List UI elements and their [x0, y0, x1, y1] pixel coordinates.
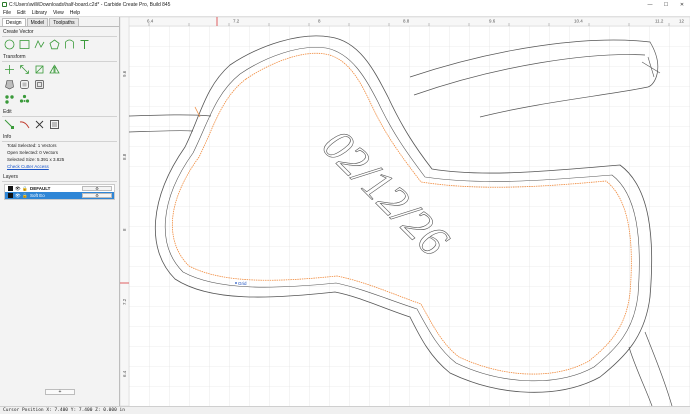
- fillet-icon[interactable]: [34, 79, 45, 90]
- tab-design[interactable]: Design: [2, 18, 26, 26]
- cursor-position-readout: Cursor Position X: 7.400 Y: 7.400 Z: 0.0…: [3, 408, 125, 413]
- menu-file[interactable]: File: [3, 10, 11, 16]
- offset-icon[interactable]: [19, 79, 30, 90]
- total-selected: Total Selected: 1 Vectors: [7, 143, 57, 148]
- transform-tools-row-1: [0, 62, 119, 77]
- ruler-label: 6.4: [122, 370, 127, 377]
- menu-library[interactable]: Library: [32, 10, 47, 16]
- ruler-label: 12: [679, 19, 685, 24]
- divider: [2, 181, 117, 182]
- layers-heading: Layers: [3, 174, 19, 180]
- app-icon: [2, 2, 7, 7]
- node-edit-icon[interactable]: [4, 119, 15, 130]
- maximize-button[interactable]: ☐: [658, 0, 674, 9]
- tab-toolpaths[interactable]: Toolpaths: [49, 18, 79, 26]
- layer-name: DEFAULT: [30, 186, 51, 191]
- close-button[interactable]: ✕: [674, 0, 690, 9]
- menu-view[interactable]: View: [53, 10, 64, 16]
- check-cutter-access-link[interactable]: Check Cutter Access: [0, 163, 119, 170]
- canvas-svg[interactable]: 6.4 7.2 8 8.8 9.6 10.4 11.2 12 9.6 8.8 8…: [120, 17, 690, 406]
- open-selected: Open Selected: 0 Vectors: [7, 150, 59, 155]
- curve-tool-icon[interactable]: [64, 39, 75, 50]
- window-controls: — ☐ ✕: [642, 0, 690, 9]
- move-icon[interactable]: [4, 64, 15, 75]
- align-icon[interactable]: [34, 64, 45, 75]
- text-tool-icon[interactable]: [79, 39, 90, 50]
- layer-name: Soft Eo: [30, 193, 45, 198]
- mirror-icon[interactable]: [49, 64, 60, 75]
- trim-icon[interactable]: [19, 119, 30, 130]
- gear-icon[interactable]: ⚙: [82, 186, 112, 191]
- ruler-label: 10.4: [574, 19, 583, 24]
- ruler-label: 7.2: [122, 298, 127, 305]
- create-vector-heading: Create Vector: [3, 29, 34, 35]
- layer-color-swatch[interactable]: [8, 193, 13, 198]
- layer-color-swatch[interactable]: [8, 186, 13, 191]
- design-canvas[interactable]: 6.4 7.2 8 8.8 9.6 10.4 11.2 12 9.6 8.8 8…: [120, 17, 690, 406]
- design-sidebar: Design Model Toolpaths Create Vector Tra…: [0, 17, 120, 406]
- ruler-label: 9.6: [489, 19, 496, 24]
- menu-edit[interactable]: Edit: [17, 10, 26, 16]
- ruler-label: 6.4: [147, 19, 154, 24]
- ruler-label: 7.2: [233, 19, 240, 24]
- ruler-label: 11.2: [655, 19, 664, 24]
- polygon-tool-icon[interactable]: [49, 39, 60, 50]
- eye-icon[interactable]: 👁: [15, 193, 21, 199]
- layers-list: 👁 🔒 DEFAULT ⚙ 👁 🔒 Soft Eo ⚙: [4, 184, 115, 200]
- selected-size: Selected Size: 5.391 x 3.825: [7, 157, 65, 162]
- ruler-label: 8.8: [122, 153, 127, 160]
- layer-row-selected[interactable]: 👁 🔒 Soft Eo ⚙: [5, 192, 114, 199]
- gear-icon[interactable]: ⚙: [82, 193, 112, 198]
- info-heading: Info: [3, 134, 12, 140]
- boolean-union-icon[interactable]: [4, 94, 15, 105]
- menu-help[interactable]: Help: [70, 10, 80, 16]
- minimize-button[interactable]: —: [642, 0, 658, 9]
- circle-tool-icon[interactable]: [4, 39, 15, 50]
- layer-row-default[interactable]: 👁 🔒 DEFAULT ⚙: [5, 185, 114, 192]
- origin-marker-icon: [235, 282, 237, 284]
- scale-icon[interactable]: [19, 64, 30, 75]
- transform-tools-row-3: [0, 92, 119, 107]
- transform-heading: Transform: [3, 54, 26, 60]
- polyline-tool-icon[interactable]: [34, 39, 45, 50]
- create-vector-tools: [0, 37, 119, 52]
- group-icon[interactable]: [4, 79, 15, 90]
- ruler-label: 8.8: [403, 19, 410, 24]
- join-icon[interactable]: [49, 119, 60, 130]
- add-layer-button[interactable]: +: [45, 389, 75, 395]
- transform-tools-row-2: [0, 77, 119, 92]
- eye-icon[interactable]: 👁: [15, 186, 21, 192]
- lock-icon[interactable]: 🔒: [22, 193, 28, 199]
- ruler-label: 9.6: [122, 70, 127, 77]
- edit-tools: [0, 117, 119, 132]
- cut-icon[interactable]: [34, 119, 45, 130]
- rectangle-tool-icon[interactable]: [19, 39, 30, 50]
- menu-bar: File Edit Library View Help: [0, 9, 690, 17]
- sidebar-tabs: Design Model Toolpaths: [0, 18, 119, 27]
- status-bar: Cursor Position X: 7.400 Y: 7.400 Z: 0.0…: [0, 406, 690, 414]
- boolean-subtract-icon[interactable]: [19, 94, 30, 105]
- grid-label: Grid: [238, 281, 247, 286]
- tab-model[interactable]: Model: [26, 18, 49, 26]
- window-title: C:\Users\willi\Downloads\half-board.c2d*…: [9, 1, 171, 8]
- edit-heading: Edit: [3, 109, 12, 115]
- title-bar: C:\Users\willi\Downloads\half-board.c2d*…: [0, 0, 690, 9]
- lock-icon[interactable]: 🔒: [22, 186, 28, 192]
